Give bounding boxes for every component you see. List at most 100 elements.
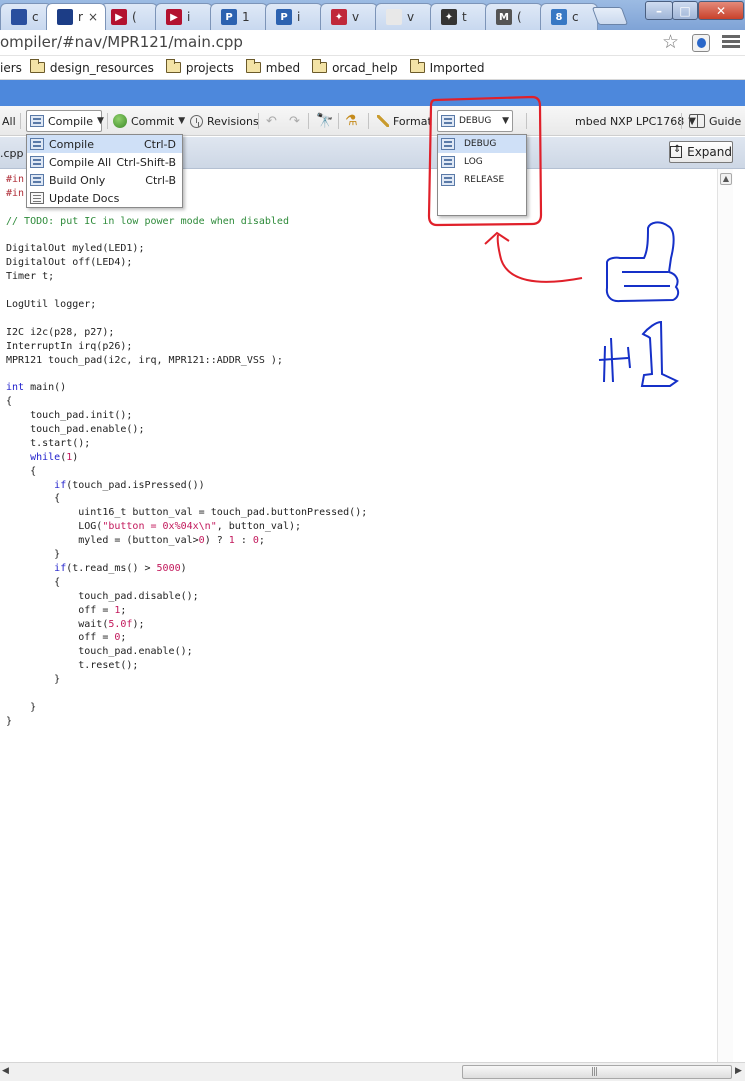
bookmark-folder-orcad-help[interactable]: orcad_help xyxy=(312,59,398,75)
build-profile-option[interactable]: LOG xyxy=(438,153,526,171)
browser-tab[interactable]: P1 xyxy=(210,3,268,30)
code-token: , button_val); xyxy=(216,521,302,533)
bookmark-label: design_resources xyxy=(49,60,154,75)
code-line: wait(5.0f); xyxy=(6,618,367,632)
maximize-button[interactable]: □ xyxy=(672,1,698,20)
code-line: LOG("button = 0x%04x\n", button_val); xyxy=(6,520,367,534)
extension-icon[interactable] xyxy=(692,34,710,52)
build-profile-select[interactable]: DEBUG ▼ xyxy=(437,110,513,132)
code-line: Timer t; xyxy=(6,270,367,284)
chevron-down-icon[interactable]: ▼ xyxy=(178,116,185,126)
bookmark-folder-mbed[interactable]: mbed xyxy=(245,59,300,75)
browser-tab[interactable]: ✦ t xyxy=(430,3,488,30)
bookmark-item[interactable]: iers xyxy=(0,61,22,75)
profile-icon xyxy=(441,115,455,127)
profile-icon xyxy=(441,138,455,150)
chevron-down-icon[interactable]: ▼ xyxy=(502,116,509,126)
browser-tab[interactable]: M( xyxy=(485,3,543,30)
chevron-down-icon[interactable]: ▼ xyxy=(97,116,104,126)
browser-tab[interactable]: ▶ i xyxy=(155,3,213,30)
redo-button[interactable]: ↷ xyxy=(289,111,300,131)
code-editor[interactable]: #in #in // TODO: put IC in low power mode … xyxy=(0,169,745,1062)
code-token: I2C i2c(p28, p27); xyxy=(6,326,115,338)
browser-tab[interactable]: v xyxy=(375,3,433,30)
all-button[interactable]: All xyxy=(2,111,16,131)
import-button[interactable]: ⚗ xyxy=(345,111,358,131)
code-line: if(t.read_ms() > 5000) xyxy=(6,562,367,576)
browser-tab[interactable]: r × xyxy=(46,3,106,30)
compile-menu-item[interactable]: Update Docs xyxy=(27,189,182,207)
browser-tab[interactable]: ▶( xyxy=(100,3,158,30)
commit-button[interactable]: Commit ▼ xyxy=(113,111,185,131)
code-token: ) xyxy=(180,562,187,574)
target-select[interactable]: mbed NXP LPC1768 ▼ xyxy=(575,111,696,131)
code-token: #in xyxy=(6,174,25,185)
minimize-button[interactable]: – xyxy=(645,1,673,20)
build-icon xyxy=(30,174,44,186)
revisions-button[interactable]: Revisions xyxy=(190,111,259,131)
tab-title: ( xyxy=(132,10,137,24)
folder-icon xyxy=(165,59,181,73)
profile-icon xyxy=(441,156,455,168)
code-token: MPR121 touch_pad(i2c, irq, MPR121::ADDR_… xyxy=(6,354,283,366)
browser-tab[interactable]: Pi xyxy=(265,3,323,30)
scrollbar-thumb[interactable]: ||| xyxy=(462,1065,732,1079)
format-label: Format xyxy=(393,114,432,128)
commit-label: Commit xyxy=(131,114,175,128)
code-line: I2C i2c(p28, p27); xyxy=(6,326,367,340)
compile-button[interactable]: Compile ▼ xyxy=(26,110,104,132)
tab-title: c xyxy=(32,10,39,24)
undo-button[interactable]: ↶ xyxy=(266,111,277,131)
compile-menu-item[interactable]: Compile Ctrl-D xyxy=(27,135,182,153)
code-token: touch_pad.enable(); xyxy=(6,646,193,658)
build-profile-option[interactable]: RELEASE xyxy=(438,171,526,189)
code-token: } xyxy=(6,674,61,686)
scroll-left-arrow-icon[interactable]: ◀ xyxy=(2,1066,9,1076)
chrome-menu-icon[interactable] xyxy=(722,33,740,53)
expand-icon xyxy=(670,144,683,158)
scroll-right-arrow-icon[interactable]: ▶ xyxy=(735,1066,742,1076)
window-close-button[interactable]: ✕ xyxy=(698,1,744,20)
code-token: } xyxy=(6,701,37,713)
file-tab[interactable]: .cpp xyxy=(0,147,24,160)
scroll-up-arrow-icon[interactable]: ▲ xyxy=(720,173,732,185)
guide-button[interactable]: Guide xyxy=(689,111,741,131)
code-line: { xyxy=(6,576,367,590)
clock-icon xyxy=(190,114,203,128)
build-profile-option[interactable]: DEBUG xyxy=(438,135,526,153)
browser-tab[interactable]: c xyxy=(0,3,52,30)
wand-icon xyxy=(377,115,389,127)
compile-menu-item[interactable]: Build Only Ctrl-B xyxy=(27,171,182,189)
find-button[interactable]: 🔭 xyxy=(316,111,333,131)
folder-icon xyxy=(245,59,261,73)
tab-close-icon[interactable]: × xyxy=(88,10,98,24)
horizontal-scrollbar[interactable]: ◀ ||| ▶ xyxy=(0,1062,745,1081)
bookmark-folder-imported[interactable]: Imported xyxy=(409,59,484,75)
tab-title: v xyxy=(407,10,415,24)
code-text[interactable]: #in #in // TODO: put IC in low power mode … xyxy=(6,173,367,729)
compile-menu: Compile Ctrl-D Compile All Ctrl-Shift-B Buil… xyxy=(26,134,183,208)
docs-icon xyxy=(30,192,44,204)
browser-tab[interactable]: ✦ v xyxy=(320,3,378,30)
code-line: touch_pad.enable(); xyxy=(6,645,367,659)
book-icon xyxy=(689,114,705,128)
new-tab-button[interactable] xyxy=(591,7,629,25)
bookmark-folder-projects[interactable]: projects xyxy=(165,59,234,75)
grip-icon: ||| xyxy=(591,1067,598,1077)
bookmark-star-icon[interactable]: ☆ xyxy=(662,31,679,53)
expand-button[interactable]: Expand xyxy=(669,141,733,163)
vertical-scrollbar[interactable]: ▲ xyxy=(717,169,733,1062)
url-field[interactable]: ompiler/#nav/MPR121/main.cpp xyxy=(0,33,243,51)
compile-menu-item[interactable]: Compile All Ctrl-Shift-B xyxy=(27,153,182,171)
browser-tab[interactable]: 8c xyxy=(540,3,598,30)
format-button[interactable]: Format xyxy=(377,111,432,131)
code-token: (touch_pad.isPressed()) xyxy=(66,479,205,491)
bookmark-folder-design-resources[interactable]: design_resources xyxy=(29,59,154,75)
guide-label: Guide xyxy=(709,114,742,128)
code-token: ; xyxy=(120,632,127,644)
menu-item-shortcut: Ctrl-Shift-B xyxy=(116,155,176,169)
code-token: t.reset(); xyxy=(6,660,139,672)
